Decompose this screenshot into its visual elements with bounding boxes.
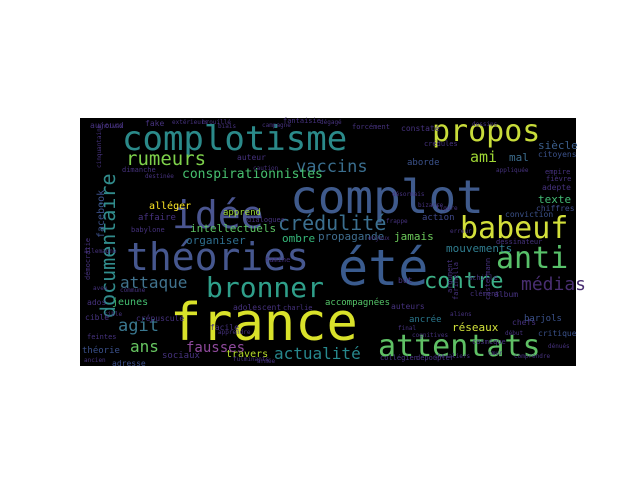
cloud-word: début bbox=[505, 330, 523, 337]
cloud-word: mal bbox=[509, 151, 529, 164]
word-cloud: complotfranceétécomplotismethéoriesatten… bbox=[80, 114, 586, 368]
cloud-word: sociaux bbox=[162, 351, 201, 361]
cloud-word: critique bbox=[538, 329, 577, 338]
cloud-word: dénués bbox=[548, 343, 570, 350]
cloud-word: affaire bbox=[138, 213, 176, 223]
cloud-word: adepte bbox=[542, 183, 571, 192]
cloud-word: frappe bbox=[386, 218, 408, 225]
cloud-word: charlie bbox=[283, 304, 313, 312]
cloud-word: chefs bbox=[512, 318, 536, 327]
cloud-word: final bbox=[398, 325, 416, 332]
word-cloud-words: complotfranceétécomplotismethéoriesatten… bbox=[82, 114, 586, 368]
cloud-word: figure bbox=[436, 205, 458, 212]
cloud-word: démocratie bbox=[84, 238, 92, 280]
cloud-word: action bbox=[422, 213, 455, 223]
cloud-word: famine bbox=[265, 256, 290, 264]
cloud-word: forcément bbox=[352, 123, 390, 131]
cloud-word: jeunes bbox=[112, 297, 148, 308]
cloud-word: cosmique bbox=[472, 338, 506, 346]
cloud-word: cible bbox=[104, 311, 122, 318]
cloud-word: clément bbox=[470, 290, 500, 298]
cloud-word: collégien bbox=[380, 354, 418, 362]
cloud-word: fièvre bbox=[546, 175, 571, 183]
cloud-word: constate bbox=[401, 124, 440, 133]
cloud-word: erreur bbox=[450, 228, 472, 235]
cloud-word: commune bbox=[120, 287, 146, 294]
cloud-word: aborde bbox=[407, 158, 440, 168]
cloud-word: feintes bbox=[87, 333, 117, 341]
cloud-word: crédules bbox=[424, 140, 458, 148]
cloud-word: brouillé bbox=[202, 119, 231, 126]
cloud-word: jamais bbox=[394, 230, 434, 243]
cloud-word: bronner bbox=[206, 271, 324, 304]
cloud-word: caution bbox=[253, 165, 279, 172]
cloud-word: crépuscule bbox=[136, 313, 184, 323]
cloud-word: but bbox=[398, 276, 413, 285]
cloud-word: réseaux bbox=[452, 321, 499, 334]
cloud-word: adolescent bbox=[233, 303, 281, 312]
cloud-word: adresse bbox=[112, 359, 146, 368]
cloud-word: alléger bbox=[149, 200, 191, 212]
cloud-word: facebook bbox=[96, 190, 107, 238]
cloud-word: argument bbox=[446, 259, 454, 293]
cloud-word: ancien bbox=[84, 357, 106, 364]
cloud-word: armée bbox=[257, 358, 275, 365]
cloud-word: comprendre bbox=[514, 353, 551, 360]
cloud-word: enjeux bbox=[368, 235, 390, 242]
cloud-word: dessins bbox=[472, 121, 498, 128]
cloud-word: désormais bbox=[392, 191, 425, 198]
cloud-word: ombre bbox=[282, 232, 315, 245]
cloud-word: ans bbox=[130, 337, 159, 356]
cloud-word: dialogues bbox=[247, 216, 285, 224]
cloud-word: actualité bbox=[274, 344, 361, 363]
cloud-word: citoyens bbox=[538, 150, 577, 159]
cloud-word: chevaliers bbox=[434, 353, 471, 360]
cloud-word: empire bbox=[545, 168, 570, 176]
cloud-word: ados bbox=[87, 298, 106, 307]
cloud-word: aveu bbox=[93, 285, 108, 292]
cloud-word: campagne bbox=[262, 122, 291, 129]
cloud-word: apprendre bbox=[218, 329, 251, 336]
cloud-word: cognitives bbox=[412, 332, 449, 339]
cloud-word: babylone bbox=[131, 226, 165, 234]
cloud-word: ancrée bbox=[409, 314, 442, 325]
cloud-word: appliquée bbox=[496, 167, 529, 174]
cloud-word: médias bbox=[521, 274, 586, 295]
cloud-word: fake bbox=[145, 119, 164, 128]
cloud-word: théorie bbox=[82, 345, 120, 356]
cloud-word: dégagé bbox=[320, 119, 342, 126]
cloud-word: auteur bbox=[237, 153, 266, 162]
cloud-word: été bbox=[338, 239, 428, 297]
cloud-word: cœur bbox=[488, 350, 503, 357]
cloud-word: aliens bbox=[450, 311, 472, 318]
cloud-word: antivax bbox=[98, 123, 124, 130]
cloud-word: organiser bbox=[186, 234, 246, 247]
cloud-word: allemagne bbox=[84, 248, 117, 255]
cloud-word: ami bbox=[470, 148, 497, 166]
cloud-word: accompagnées bbox=[325, 297, 390, 308]
cloud-word: auteurs bbox=[391, 302, 425, 311]
cloud-word: destinée bbox=[145, 173, 174, 180]
cloud-word: conviction bbox=[505, 210, 553, 219]
cloud-word: dessinateur bbox=[496, 238, 542, 246]
cloud-word: cinquantaine bbox=[96, 124, 103, 168]
cloud-word: achille bbox=[468, 274, 498, 282]
